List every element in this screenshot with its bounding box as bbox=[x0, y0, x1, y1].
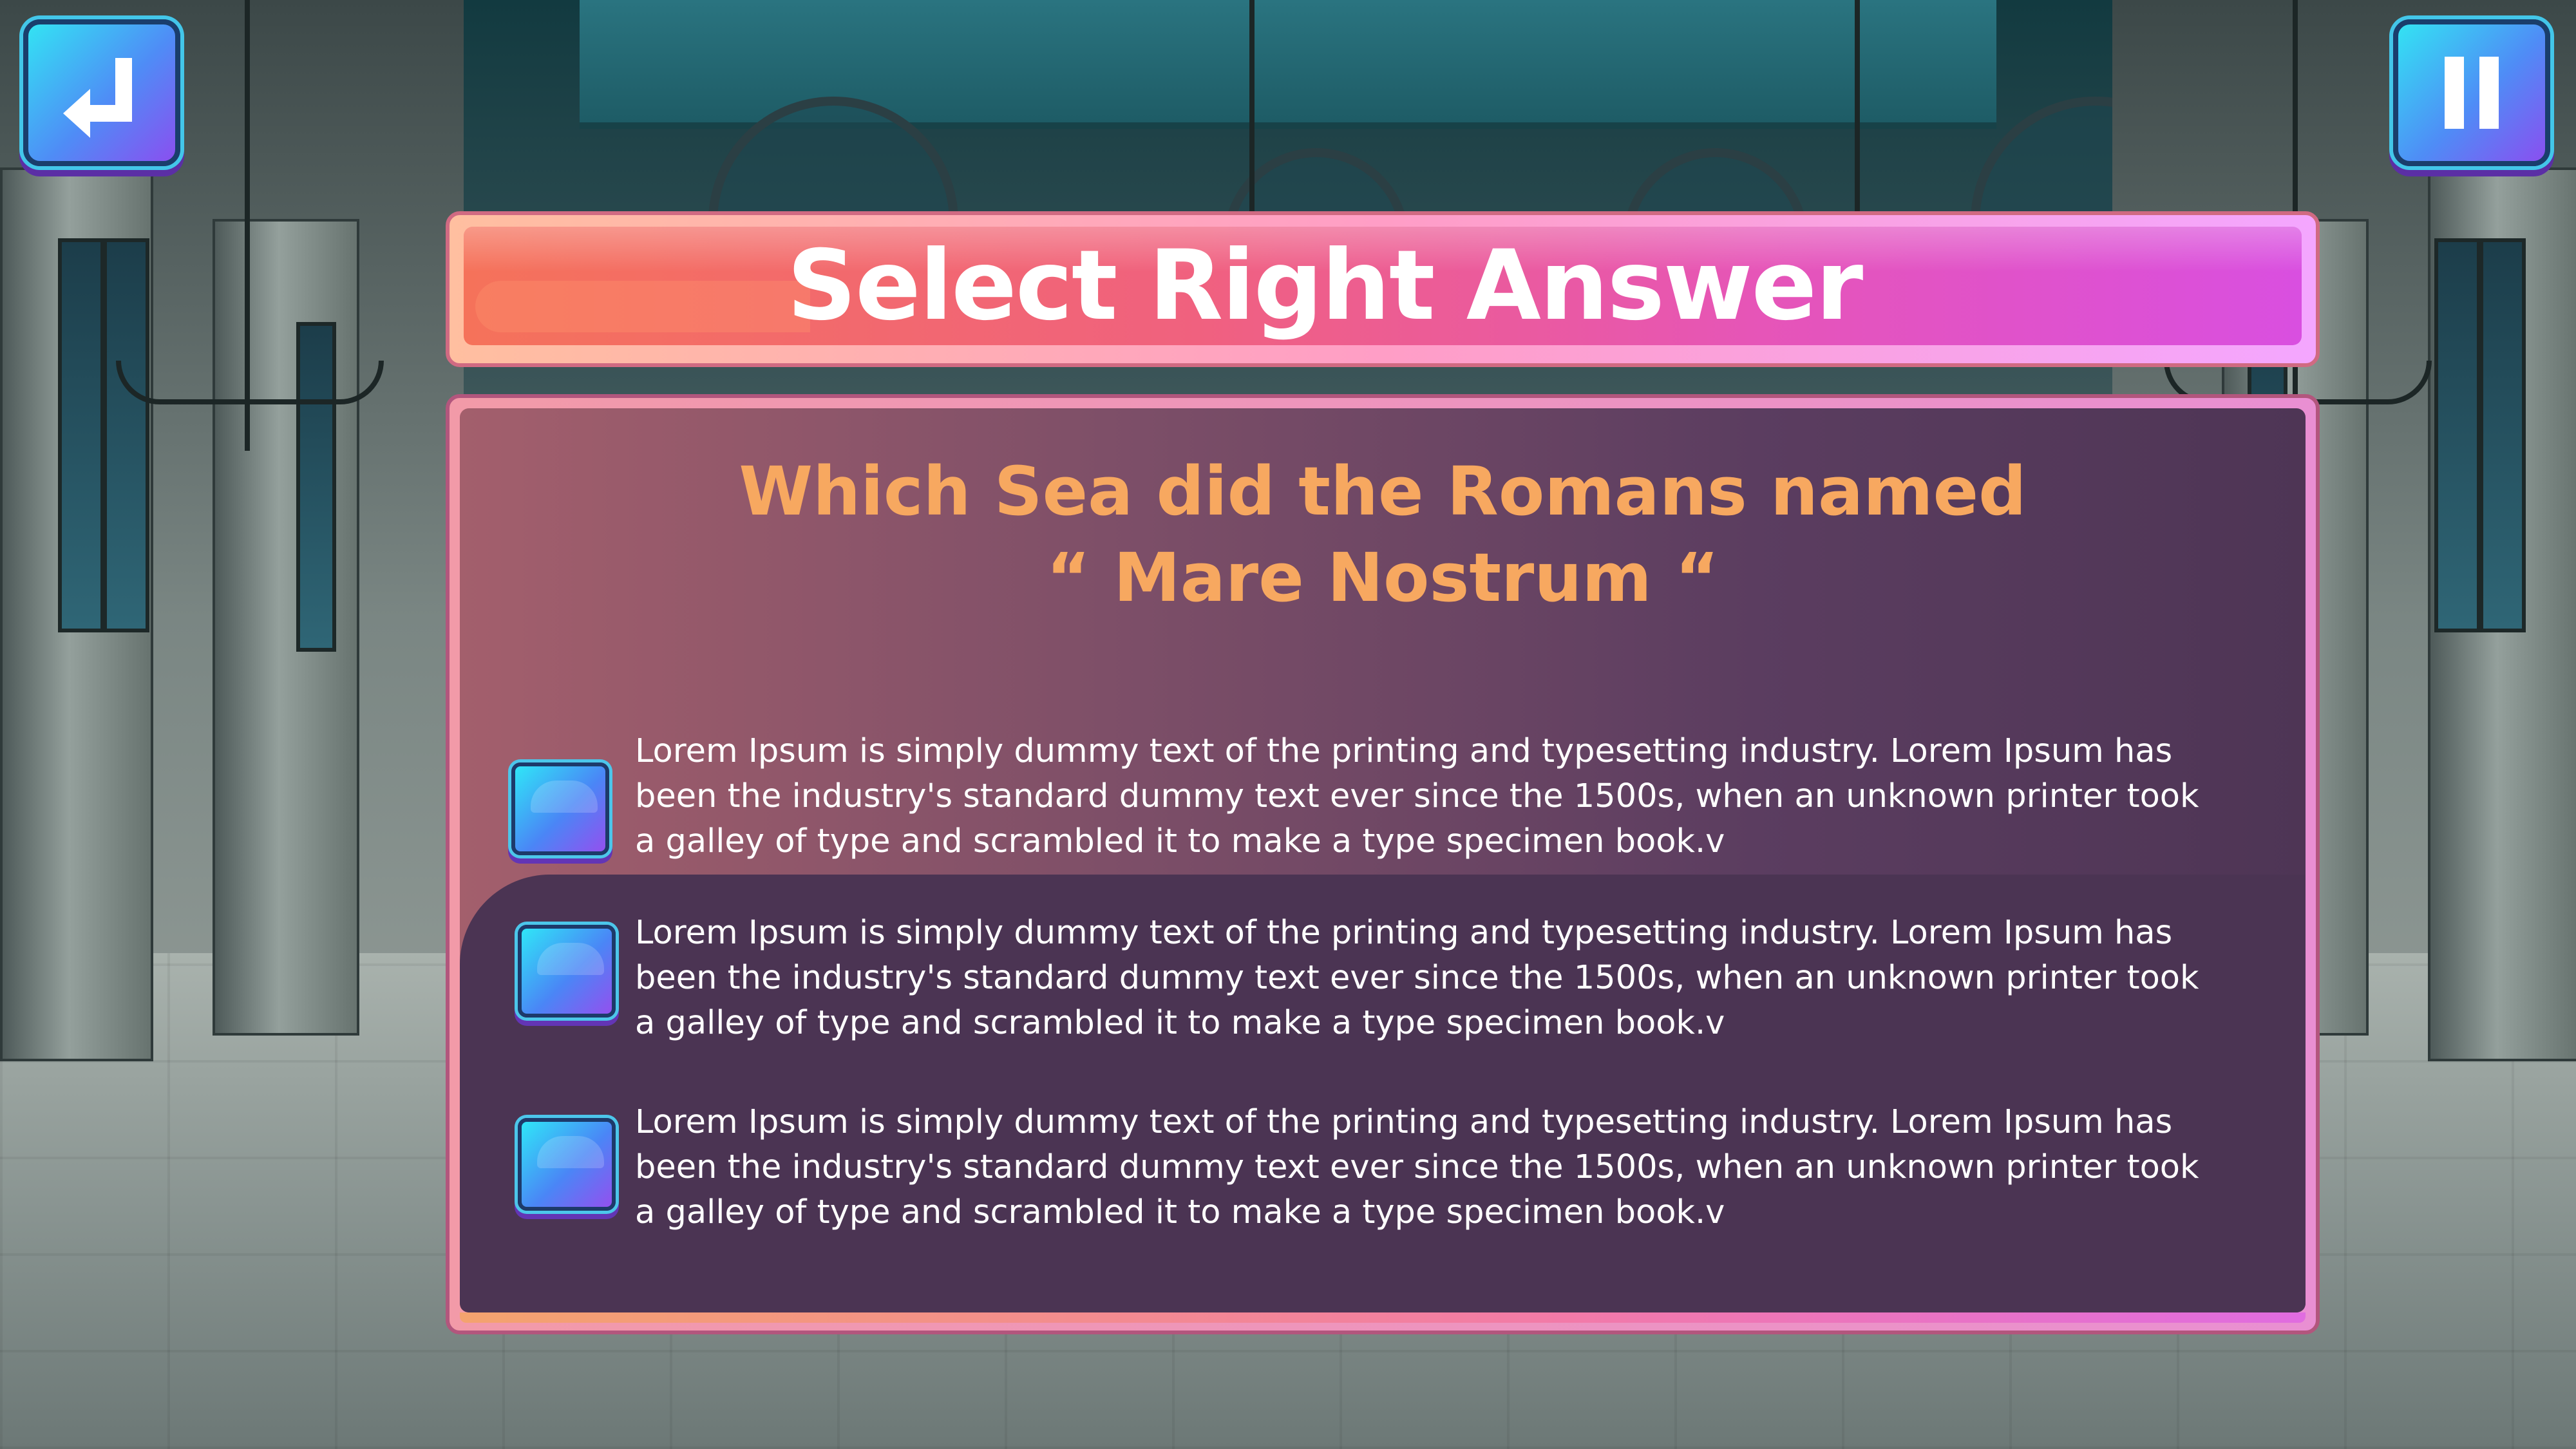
pause-button[interactable] bbox=[2393, 19, 2550, 166]
question-panel-body: Which Sea did the Romans named “ Mare No… bbox=[460, 408, 2306, 1312]
answer-checkbox-2[interactable] bbox=[518, 925, 616, 1018]
title-bar: Select Right Answer bbox=[464, 227, 2302, 345]
answer-option-2[interactable]: Lorem Ipsum is simply dummy text of the … bbox=[460, 911, 2306, 1072]
question-panel: Which Sea did the Romans named “ Mare No… bbox=[446, 394, 2320, 1334]
answer-text-3: Lorem Ipsum is simply dummy text of the … bbox=[635, 1103, 2199, 1231]
question-line-1: Which Sea did the Romans named bbox=[739, 452, 2027, 531]
wall-window bbox=[2479, 238, 2526, 632]
question-text: Which Sea did the Romans named “ Mare No… bbox=[460, 448, 2306, 621]
back-button[interactable] bbox=[23, 19, 180, 166]
return-arrow-icon bbox=[63, 58, 132, 138]
answer-text-2: Lorem Ipsum is simply dummy text of the … bbox=[635, 914, 2199, 1042]
answer-checkbox-1[interactable] bbox=[511, 762, 609, 855]
title-banner: Select Right Answer bbox=[446, 211, 2320, 367]
screen-title: Select Right Answer bbox=[787, 230, 1863, 342]
wall-window bbox=[103, 238, 149, 632]
wall-window bbox=[58, 238, 104, 632]
chandelier bbox=[116, 361, 384, 404]
answer-text-1: Lorem Ipsum is simply dummy text of the … bbox=[635, 732, 2199, 860]
pillar bbox=[213, 219, 359, 1036]
answer-option-1[interactable]: Lorem Ipsum is simply dummy text of the … bbox=[460, 729, 2306, 890]
question-line-2: “ Mare Nostrum “ bbox=[1046, 538, 1719, 617]
wall-window bbox=[2434, 238, 2481, 632]
panel-bottom-strip bbox=[460, 1312, 2306, 1323]
game-screen: Select Right Answer Which Sea did the Ro… bbox=[0, 0, 2576, 1449]
answer-checkbox-3[interactable] bbox=[518, 1118, 616, 1211]
pause-icon bbox=[2445, 57, 2499, 129]
answer-option-3[interactable]: Lorem Ipsum is simply dummy text of the … bbox=[460, 1100, 2306, 1261]
